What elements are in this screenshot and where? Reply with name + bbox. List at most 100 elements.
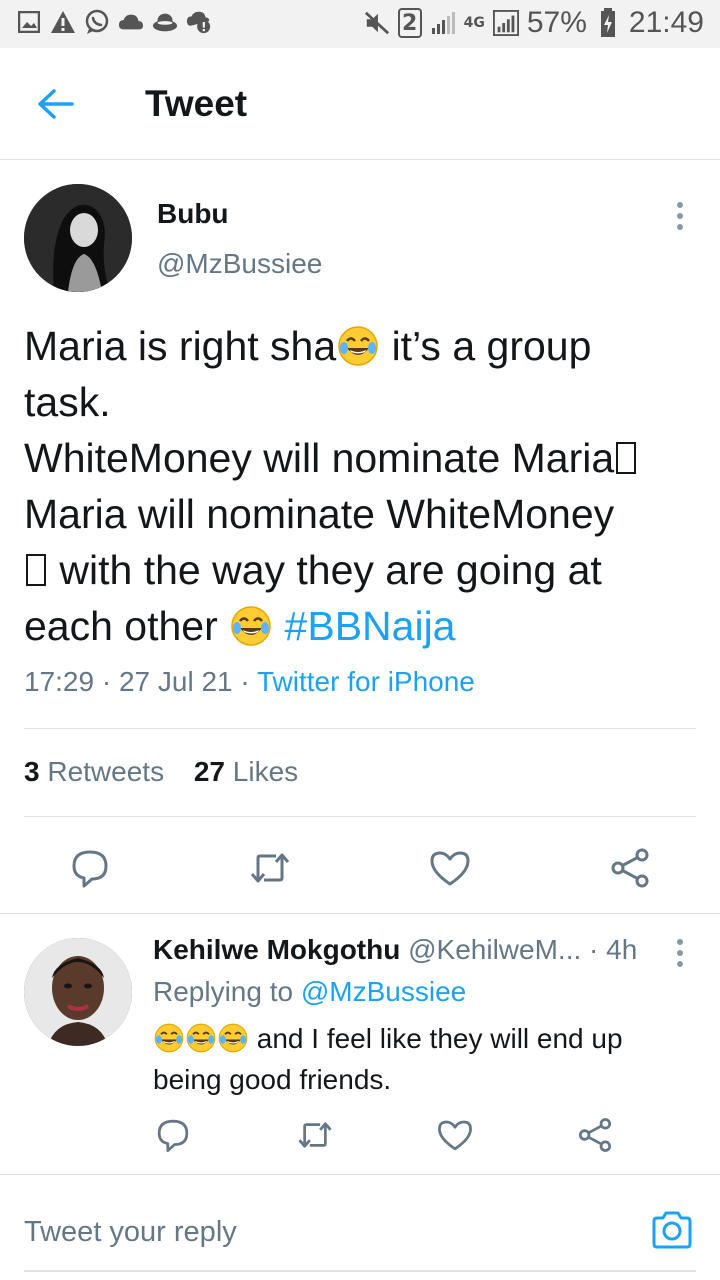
reply-like-button[interactable] (436, 1116, 474, 1154)
system-indicators: 2 4G 57% 21:49 (364, 6, 704, 40)
tweet-text-segment: WhiteMoney will nominate Maria (24, 435, 615, 481)
retweet-button[interactable] (248, 846, 292, 890)
reply-button[interactable] (68, 846, 112, 890)
heart-icon (430, 851, 470, 886)
likes-stat[interactable]: 27 Likes (194, 756, 298, 787)
vertical-dots-icon (677, 939, 683, 967)
like-button[interactable] (428, 846, 472, 890)
reply-line-2: being good friends. (153, 1064, 392, 1095)
status-bar: 2 4G 57% 21:49 (0, 0, 720, 48)
speech-bubble-icon (72, 850, 108, 888)
share-icon (578, 1118, 612, 1152)
battery-charging-icon (595, 8, 621, 37)
tears-of-joy-emoji (154, 1023, 184, 1053)
tweet-text-segment: each other (24, 603, 230, 649)
avatar-photo (24, 184, 132, 292)
tweet-meta: 17:29 · 27 Jul 21 · Twitter for iPhone (24, 666, 475, 697)
cloud-icon (118, 9, 144, 35)
reply-line-1: and I feel like they will end up (153, 1018, 693, 1059)
divider (24, 816, 696, 817)
reply-time: 4h (606, 934, 638, 965)
reply-retweet-button[interactable] (296, 1116, 334, 1154)
reply-input-underline (24, 1270, 696, 1272)
hashtag-link[interactable]: #BBNaija (285, 603, 456, 649)
gallery-icon (16, 9, 42, 35)
divider (24, 728, 696, 729)
tweet-line-5: with the way they are going at (24, 542, 704, 598)
likes-count: 27 (193, 756, 226, 787)
reply-header: Kehilwe Mokgothu @KehilweM... · 4h (153, 934, 637, 966)
retweet-icon (250, 853, 290, 883)
tears-of-joy-emoji (338, 326, 378, 366)
tweet-line-4: Maria will nominate WhiteMoney (24, 491, 615, 537)
share-icon (611, 848, 649, 888)
reply-input[interactable] (24, 1210, 624, 1254)
avatar-photo (24, 938, 132, 1046)
camera-icon (652, 1211, 692, 1249)
speech-bubble-icon (157, 1119, 189, 1152)
signal-icon (430, 10, 456, 36)
whatsapp-icon (84, 9, 110, 35)
mention-link[interactable]: @MzBussiee (301, 976, 466, 1007)
likes-label: Likes (232, 756, 299, 787)
tweet-text-segment: Maria is right sha (24, 323, 337, 369)
hat-icon (152, 9, 178, 35)
reply-share-button[interactable] (576, 1116, 614, 1154)
tweet-line-1: Maria is right sha it’s a group (24, 318, 704, 374)
replying-prefix: Replying to (153, 976, 294, 1007)
divider (0, 1174, 720, 1175)
page-title: Tweet (145, 83, 248, 124)
tweet-time: 17:29 (24, 666, 95, 697)
reply-author-avatar[interactable] (24, 938, 132, 1046)
reply-time-separator: · (589, 934, 599, 965)
author-avatar[interactable] (24, 184, 132, 292)
app-header: Tweet (0, 48, 720, 160)
retweets-label: Retweets (47, 756, 165, 787)
network-type: 4G (463, 15, 485, 31)
reply-text-segment: and I feel like they will end up (249, 1023, 623, 1054)
more-options-button[interactable] (668, 200, 692, 232)
unrendered-emoji-glyph (616, 442, 637, 474)
alert-cloud-icon (186, 9, 212, 35)
tweet-actions (0, 840, 720, 896)
author-handle[interactable]: @MzBussiee (157, 248, 322, 280)
retweets-stat[interactable]: 3 Retweets (24, 756, 164, 787)
tweet-line-6: each other #BBNaija (24, 598, 704, 654)
tears-of-joy-emoji (218, 1023, 248, 1053)
heart-icon (438, 1120, 472, 1151)
tweet-text-segment: with the way they are going at (48, 547, 602, 593)
tweet-line-2: task. (24, 379, 111, 425)
unrendered-emoji-glyph (26, 554, 46, 586)
camera-button[interactable] (650, 1208, 694, 1252)
reply-author-name[interactable]: Kehilwe Mokgothu (153, 934, 400, 965)
tweet-body: Maria is right sha it’s a group task. Wh… (24, 318, 704, 654)
battery-percent: 57% (526, 6, 587, 39)
retweets-count: 3 (24, 756, 40, 787)
tweet-date: 27 Jul 21 (118, 666, 233, 697)
reply-actions (0, 1114, 720, 1158)
warning-icon (50, 9, 76, 35)
reply-body: and I feel like they will end up being g… (153, 1018, 693, 1100)
tweet-source-link[interactable]: Twitter for iPhone (257, 666, 475, 697)
reply-reply-button[interactable] (154, 1116, 192, 1154)
notification-icons (16, 9, 212, 35)
sim-badge: 2 (397, 8, 422, 38)
replying-to: Replying to @MzBussiee (153, 976, 466, 1008)
author-name[interactable]: Bubu (157, 198, 229, 230)
signal-icon-2 (492, 10, 519, 36)
mute-icon (364, 10, 390, 36)
reply-author-handle[interactable]: @KehilweM... (408, 934, 581, 965)
tweet-text-segment: it’s a group (380, 323, 592, 369)
retweet-icon (298, 1122, 332, 1148)
back-button[interactable] (34, 84, 78, 124)
tears-of-joy-emoji (231, 606, 271, 646)
tweet-line-3: WhiteMoney will nominate Maria (24, 430, 704, 486)
clock: 21:49 (628, 6, 704, 39)
tears-of-joy-emoji (186, 1023, 216, 1053)
arrow-left-icon (38, 89, 74, 119)
vertical-dots-icon (677, 202, 683, 230)
tweet-stats: 3 Retweets 27 Likes (24, 756, 320, 788)
share-button[interactable] (608, 846, 652, 890)
reply-compose-bar (0, 1180, 720, 1280)
reply-more-options-button[interactable] (668, 938, 692, 968)
